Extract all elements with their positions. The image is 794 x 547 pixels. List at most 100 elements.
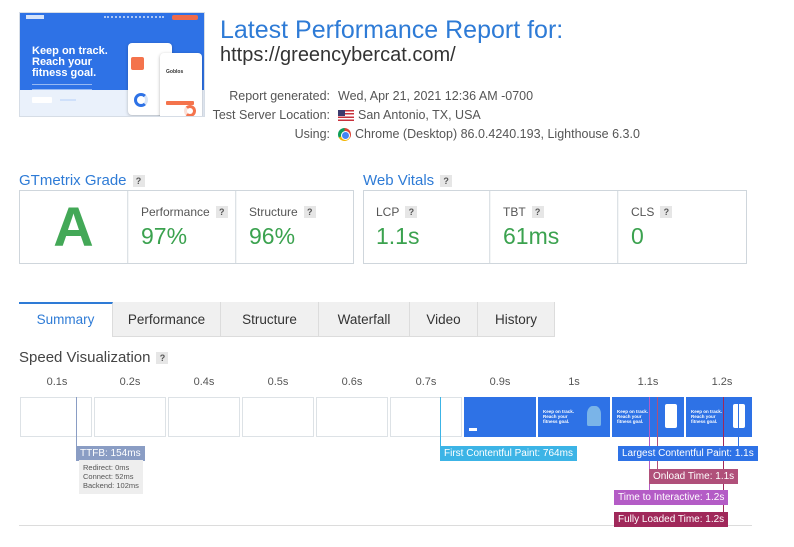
tab-performance[interactable]: Performance bbox=[113, 302, 221, 337]
grade-letter: A bbox=[53, 195, 94, 258]
cls-cell: CLS ? 0 bbox=[619, 191, 746, 263]
filmstrip-frame[interactable] bbox=[390, 397, 462, 437]
web-vitals-heading: Web Vitals ? bbox=[363, 172, 453, 189]
performance-cell: Performance ? 97% bbox=[129, 191, 236, 263]
frame-person-image bbox=[587, 406, 601, 426]
page-screenshot-thumbnail[interactable]: Keep on track. Reach your fitness goal. … bbox=[19, 12, 205, 117]
onload-marker: Onload Time: 1.1s bbox=[649, 469, 739, 484]
help-icon[interactable]: ? bbox=[531, 206, 544, 218]
frame-card bbox=[733, 404, 745, 428]
redirect-time: Redirect: 0ms bbox=[83, 463, 130, 472]
report-tabs: Summary Performance Structure Waterfall … bbox=[19, 302, 555, 337]
using-text: Chrome (Desktop) 86.0.4240.193, Lighthou… bbox=[355, 127, 640, 141]
cls-value: 0 bbox=[631, 223, 644, 249]
filmstrip-frame[interactable] bbox=[464, 397, 536, 437]
speed-timeline: 0.1s 0.2s 0.4s 0.5s 0.6s 0.7s 0.9s 1s 1.… bbox=[19, 376, 758, 527]
thumbnail-card-phone: Goblos bbox=[160, 53, 202, 116]
structure-value: 96% bbox=[249, 223, 296, 249]
tbt-label: TBT bbox=[503, 205, 526, 219]
backend-time: Backend: 102ms bbox=[83, 481, 139, 490]
filmstrip-frame[interactable]: Keep on track. Reach your fitness goal. bbox=[686, 397, 752, 437]
thumbnail-nav bbox=[20, 13, 204, 22]
server-location-row: Test Server Location: San Antonio, TX, U… bbox=[213, 108, 720, 126]
frame-headline: Keep on track. Reach your fitness goal. bbox=[691, 409, 723, 424]
web-vitals-title: Web Vitals bbox=[363, 172, 435, 189]
frame-card bbox=[665, 404, 677, 428]
thumbnail-button bbox=[32, 97, 52, 103]
thumbnail-headline: Keep on track. Reach your fitness goal. bbox=[32, 45, 108, 79]
thumbnail-card-title: Goblos bbox=[166, 69, 184, 75]
gtmetrix-grade-heading: GTmetrix Grade ? bbox=[19, 172, 145, 189]
tbt-cell: TBT ? 61ms bbox=[491, 191, 618, 263]
filmstrip-frame[interactable] bbox=[20, 397, 92, 437]
timeline-tick: 1.1s bbox=[637, 376, 659, 388]
thumbnail-cta bbox=[172, 15, 198, 20]
structure-label-row: Structure ? bbox=[249, 205, 316, 219]
timeline-tick: 0.6s bbox=[341, 376, 363, 388]
frame-headline: Keep on track. Reach your fitness goal. bbox=[543, 409, 575, 424]
cls-label: CLS bbox=[631, 205, 655, 219]
thumbnail-ring-icon bbox=[134, 93, 148, 107]
thumbnail-link bbox=[60, 99, 76, 101]
filmstrip-frame[interactable]: Keep on track. Reach your fitness goal. bbox=[612, 397, 684, 437]
help-icon[interactable]: ? bbox=[215, 206, 228, 218]
grade-cell: A bbox=[20, 191, 128, 263]
thumbnail-logo bbox=[26, 15, 44, 19]
cls-label-row: CLS ? bbox=[631, 205, 673, 219]
structure-label: Structure bbox=[249, 205, 298, 219]
lcp-value: 1.1s bbox=[376, 223, 420, 249]
frame-headline: Keep on track. Reach your fitness goal. bbox=[617, 409, 649, 424]
lcp-cell: LCP ? 1.1s bbox=[364, 191, 490, 263]
gtmetrix-grade-panel: A Performance ? 97% Structure ? 96% bbox=[19, 190, 354, 264]
lcp-label: LCP bbox=[376, 205, 400, 219]
lcp-line bbox=[738, 397, 739, 446]
speed-visualization-title: Speed Visualization bbox=[19, 349, 151, 366]
fcp-marker: First Contentful Paint: 764ms bbox=[440, 446, 577, 461]
filmstrip-frame[interactable] bbox=[316, 397, 388, 437]
fully-loaded-marker: Fully Loaded Time: 1.2s bbox=[614, 512, 729, 527]
report-generated-row: Report generated: Wed, Apr 21, 2021 12:3… bbox=[220, 89, 720, 107]
filmstrip-frame[interactable] bbox=[242, 397, 314, 437]
performance-label-row: Performance ? bbox=[141, 205, 228, 219]
filmstrip-frame[interactable] bbox=[94, 397, 166, 437]
help-icon[interactable]: ? bbox=[132, 174, 145, 187]
timeline-tick: 1s bbox=[568, 376, 580, 388]
report-generated-label: Report generated: bbox=[229, 89, 330, 103]
help-icon[interactable]: ? bbox=[156, 351, 169, 364]
speed-visualization-heading: Speed Visualization ? bbox=[19, 349, 169, 366]
timeline-tick: 0.2s bbox=[119, 376, 141, 388]
timeline-tick: 0.7s bbox=[415, 376, 437, 388]
frame-button bbox=[469, 428, 477, 431]
report-url[interactable]: https://greencybercat.com/ bbox=[220, 44, 456, 67]
thumbnail-card-tag bbox=[131, 57, 144, 70]
timeline-tick: 0.1s bbox=[46, 376, 68, 388]
filmstrip-frame[interactable] bbox=[168, 397, 240, 437]
filmstrip-frame[interactable]: Keep on track. Reach your fitness goal. bbox=[538, 397, 610, 437]
timeline-tick: 0.5s bbox=[267, 376, 289, 388]
help-icon[interactable]: ? bbox=[303, 206, 316, 218]
tab-video[interactable]: Video bbox=[410, 302, 478, 337]
using-label: Using: bbox=[294, 127, 330, 141]
timeline-tick: 1.2s bbox=[711, 376, 733, 388]
tab-waterfall[interactable]: Waterfall bbox=[319, 302, 410, 337]
fcp-line bbox=[440, 397, 441, 446]
server-location-text: San Antonio, TX, USA bbox=[358, 108, 481, 122]
tab-summary[interactable]: Summary bbox=[19, 302, 113, 337]
thumbnail-links bbox=[104, 16, 164, 19]
help-icon[interactable]: ? bbox=[405, 206, 418, 218]
help-icon[interactable]: ? bbox=[660, 206, 673, 218]
tab-history[interactable]: History bbox=[478, 302, 555, 337]
timeline-tick: 0.9s bbox=[489, 376, 511, 388]
thumbnail-ring-icon bbox=[184, 105, 196, 116]
tbt-label-row: TBT ? bbox=[503, 205, 544, 219]
tab-structure[interactable]: Structure bbox=[221, 302, 319, 337]
thumbnail-subtext bbox=[32, 84, 92, 90]
using-value: Chrome (Desktop) 86.0.4240.193, Lighthou… bbox=[338, 127, 640, 141]
report-generated-value: Wed, Apr 21, 2021 12:36 AM -0700 bbox=[338, 89, 534, 103]
ttfb-breakdown: Redirect: 0ms Connect: 52ms Backend: 102… bbox=[79, 460, 143, 494]
tbt-value: 61ms bbox=[503, 223, 560, 249]
report-title: Latest Performance Report for: bbox=[220, 16, 564, 44]
ttfb-marker: TTFB: 154ms bbox=[76, 446, 145, 461]
help-icon[interactable]: ? bbox=[440, 174, 453, 187]
structure-cell: Structure ? 96% bbox=[237, 191, 353, 263]
